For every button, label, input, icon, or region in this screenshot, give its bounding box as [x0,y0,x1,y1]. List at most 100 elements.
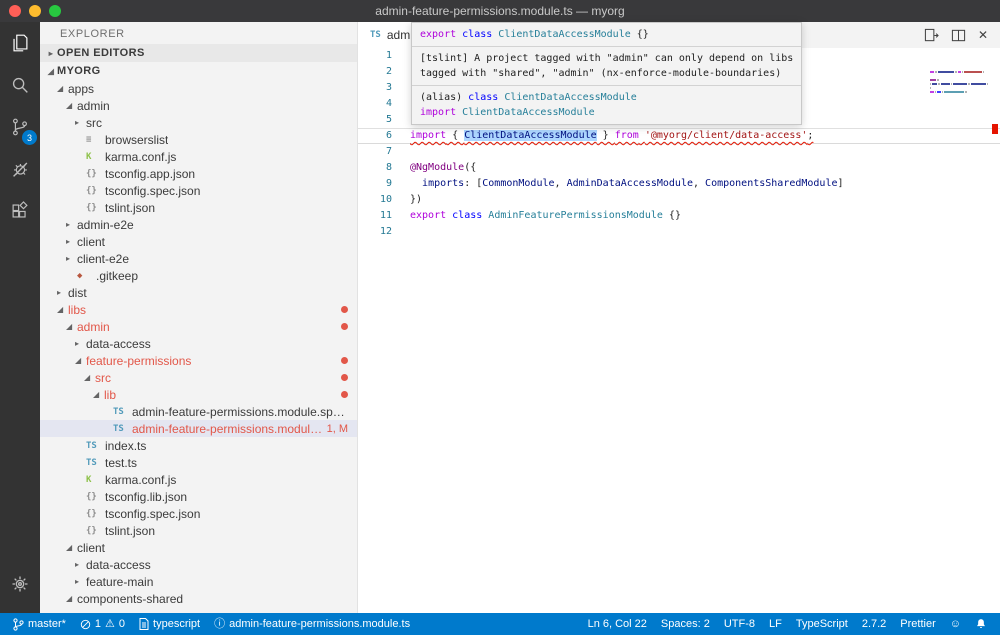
activity-explorer-button[interactable] [0,22,40,64]
tree-folder-client[interactable]: ▸client [40,233,357,250]
highlighted-token: ClientDataAccessModule [464,130,596,141]
tree-folder-lib[interactable]: ◢lib [40,386,357,403]
code-line-9[interactable]: 9 imports: [CommonModule, AdminDataAcces… [358,176,1000,192]
vscode-window: admin-feature-permissions.module.ts — my… [0,0,1000,635]
code-token: ClientDataAccessModule [504,92,636,103]
tree-folder-data-access[interactable]: ▸data-access [40,556,357,573]
line-content [392,144,410,160]
line-content [392,64,410,80]
title-bar: admin-feature-permissions.module.ts — my… [0,0,1000,22]
code-line-7[interactable]: 7 [358,144,1000,160]
chevron-down-icon: ◢ [57,305,68,314]
tree-folder-admin[interactable]: ◢admin [40,97,357,114]
tree-file-.gitkeep[interactable]: ◆.gitkeep [40,267,357,284]
code-line-6[interactable]: 6import { ClientDataAccessModule } from … [358,128,1000,144]
tree-folder-src[interactable]: ◢src [40,369,357,386]
tree-folder-client-e2e[interactable]: ▸client-e2e [40,250,357,267]
close-window-button[interactable] [9,5,21,17]
problems-status[interactable]: 1 ⚠ 0 [73,613,132,635]
tslint-status[interactable]: typescript [132,613,207,635]
tree-folder-data-access[interactable]: ▸data-access [40,335,357,352]
tree-file-tslint.json[interactable]: {}tslint.json [40,522,357,539]
notifications-button[interactable] [968,613,994,635]
code-line-11[interactable]: 11export class AdminFeaturePermissionsMo… [358,208,1000,224]
minimize-window-button[interactable] [29,5,41,17]
indentation-status[interactable]: Spaces: 2 [654,613,717,635]
line-content [392,112,410,128]
tree-folder-feature-main[interactable]: ▸feature-main [40,573,357,590]
tree-item-label: admin-feature-permissions.module.spec.ts [132,405,348,419]
tree-folder-admin-e2e[interactable]: ▸admin-e2e [40,216,357,233]
code-line-12[interactable]: 12 [358,224,1000,240]
encoding-status[interactable]: UTF-8 [717,613,762,635]
code-token: { [446,130,464,141]
line-number: 9 [358,176,392,192]
language-label: TypeScript [796,618,848,630]
code-token: {} [631,29,649,40]
split-editor-icon[interactable] [951,28,966,43]
json-file-icon: {} [86,492,105,502]
karma-file-icon: K [86,152,105,162]
activity-bar: 3 [0,22,40,613]
tree-file-karma.conf.js[interactable]: Kkarma.conf.js [40,471,357,488]
open-changes-icon[interactable] [924,28,939,43]
activity-extensions-button[interactable] [0,190,40,232]
feedback-button[interactable]: ☺ [943,613,968,635]
formatter-status[interactable]: Prettier [893,613,942,635]
line-content: @NgModule({ [392,160,476,176]
line-number: 1 [358,48,392,64]
tree-file-tsconfig.app.json[interactable]: {}tsconfig.app.json [40,165,357,182]
tree-file-test.ts[interactable]: TStest.ts [40,454,357,471]
tree-file-karma.conf.js[interactable]: Kkarma.conf.js [40,148,357,165]
settings-button[interactable] [0,563,40,605]
tree-item-label: apps [68,82,94,96]
ts-file-icon: TS [113,407,132,417]
open-editors-header[interactable]: ▸ OPEN EDITORS [40,44,357,62]
cursor-position-status[interactable]: Ln 6, Col 22 [581,613,654,635]
code-token: @NgModule [410,162,464,173]
tree-folder-feature-permissions[interactable]: ◢feature-permissions [40,352,357,369]
chevron-right-icon: ▸ [66,220,77,229]
tree-file-admin-feature-permissions.module.spec.ts[interactable]: TSadmin-feature-permissions.module.spec.… [40,403,357,420]
tree-file-tslint.json[interactable]: {}tslint.json [40,199,357,216]
ts-version-status[interactable]: 2.7.2 [855,613,893,635]
chevron-right-icon: ▸ [75,560,86,569]
zoom-window-button[interactable] [49,5,61,17]
activity-source-control-button[interactable]: 3 [0,106,40,148]
project-root-header[interactable]: ◢ MYORG [40,62,357,80]
activity-search-button[interactable] [0,64,40,106]
code-area[interactable]: 123456import { ClientDataAccessModule } … [358,48,1000,613]
tree-folder-apps[interactable]: ◢apps [40,80,357,97]
tree-file-tsconfig.lib.json[interactable]: {}tsconfig.lib.json [40,488,357,505]
language-mode-status[interactable]: TypeScript [789,613,855,635]
tree-folder-client[interactable]: ◢client [40,539,357,556]
active-file-status[interactable]: ⓘ admin-feature-permissions.module.ts [207,613,417,635]
tree-folder-admin[interactable]: ◢admin [40,318,357,335]
tree-folder-components-shared[interactable]: ◢components-shared [40,590,357,607]
code-token: ; [807,130,813,141]
tree-folder-src[interactable]: ▸src [40,114,357,131]
code-line-8[interactable]: 8@NgModule({ [358,160,1000,176]
tree-folder-dist[interactable]: ▸dist [40,284,357,301]
tree-file-tsconfig.spec.json[interactable]: {}tsconfig.spec.json [40,505,357,522]
tree-file-tsconfig.spec.json[interactable]: {}tsconfig.spec.json [40,182,357,199]
code-token: ] [838,178,844,189]
tree-file-admin-feature-permissions.module.ts[interactable]: TSadmin-feature-permissions.module.ts1, … [40,420,357,437]
tree-file-browserslist[interactable]: ≡browserslist [40,131,357,148]
minimap-line [930,67,988,69]
eol-status[interactable]: LF [762,613,789,635]
code-line-10[interactable]: 10}) [358,192,1000,208]
minimap[interactable] [930,51,988,99]
tree-item-label: feature-permissions [86,354,191,368]
ts-file-icon: TS [86,458,105,468]
overview-ruler[interactable] [990,48,1000,613]
editor-actions: ✕ [924,22,1000,48]
activity-debug-button[interactable] [0,148,40,190]
encoding-label: UTF-8 [724,618,755,630]
linter-label: typescript [153,618,200,630]
close-editor-icon[interactable]: ✕ [978,28,988,42]
code-token: AdminDataAccessModule [567,178,693,189]
git-branch-status[interactable]: master* [6,613,73,635]
tree-file-index.ts[interactable]: TSindex.ts [40,437,357,454]
tree-folder-libs[interactable]: ◢libs [40,301,357,318]
